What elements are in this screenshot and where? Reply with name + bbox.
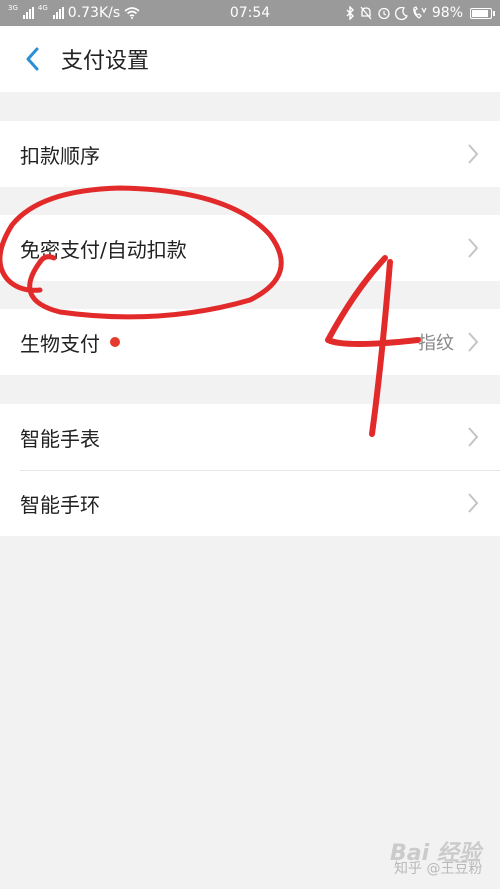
settings-group-4: 智能手表 智能手环 xyxy=(0,404,500,536)
status-left: 3G 4G 0.73K/s xyxy=(8,5,140,21)
network-speed: 0.73K/s xyxy=(67,5,121,21)
network-type-1: 3G xyxy=(8,4,18,12)
row-deduction-order[interactable]: 扣款顺序 xyxy=(0,121,500,187)
status-right: 98% xyxy=(345,5,495,21)
status-bar: 3G 4G 0.73K/s 07:54 98% xyxy=(0,0,500,26)
alarm-icon xyxy=(378,7,390,20)
row-label: 智能手环 xyxy=(20,492,100,517)
row-biometric-payment[interactable]: 生物支付 指纹 xyxy=(0,309,500,375)
zhihu-watermark: 知乎 @王豆粉 xyxy=(394,861,483,877)
red-dot-badge xyxy=(110,337,120,347)
bluetooth-icon xyxy=(346,6,354,20)
nav-bar: 支付设置 xyxy=(0,26,500,92)
signal-icon-1 xyxy=(22,7,34,19)
chevron-right-icon xyxy=(466,143,480,165)
row-smart-band[interactable]: 智能手环 xyxy=(0,470,500,536)
chevron-right-icon xyxy=(466,331,480,353)
settings-group-3: 生物支付 指纹 xyxy=(0,309,500,375)
battery-percent: 98% xyxy=(431,5,463,21)
row-value: 指纹 xyxy=(418,333,454,354)
network-type-2: 4G xyxy=(37,4,48,12)
signal-icon-2 xyxy=(52,7,64,19)
row-password-free-payment[interactable]: 免密支付/自动扣款 xyxy=(0,215,500,281)
row-smart-watch[interactable]: 智能手表 xyxy=(0,404,500,470)
row-label: 生物支付 xyxy=(20,331,100,356)
settings-group-1: 扣款顺序 xyxy=(0,121,500,187)
wifi-icon xyxy=(124,7,140,19)
chevron-left-icon xyxy=(26,47,39,71)
chevron-right-icon xyxy=(466,426,480,448)
battery-icon xyxy=(470,7,495,19)
settings-group-2: 免密支付/自动扣款 xyxy=(0,215,500,281)
chevron-right-icon xyxy=(466,492,480,514)
moon-icon xyxy=(394,6,408,20)
hd-call-icon xyxy=(413,6,427,19)
row-label: 免密支付/自动扣款 xyxy=(20,237,187,262)
back-button[interactable] xyxy=(7,26,57,92)
chevron-right-icon xyxy=(466,237,480,259)
page-title: 支付设置 xyxy=(61,49,150,74)
row-label: 扣款顺序 xyxy=(20,143,100,168)
mute-bell-icon xyxy=(360,6,372,20)
row-label: 智能手表 xyxy=(20,426,100,451)
